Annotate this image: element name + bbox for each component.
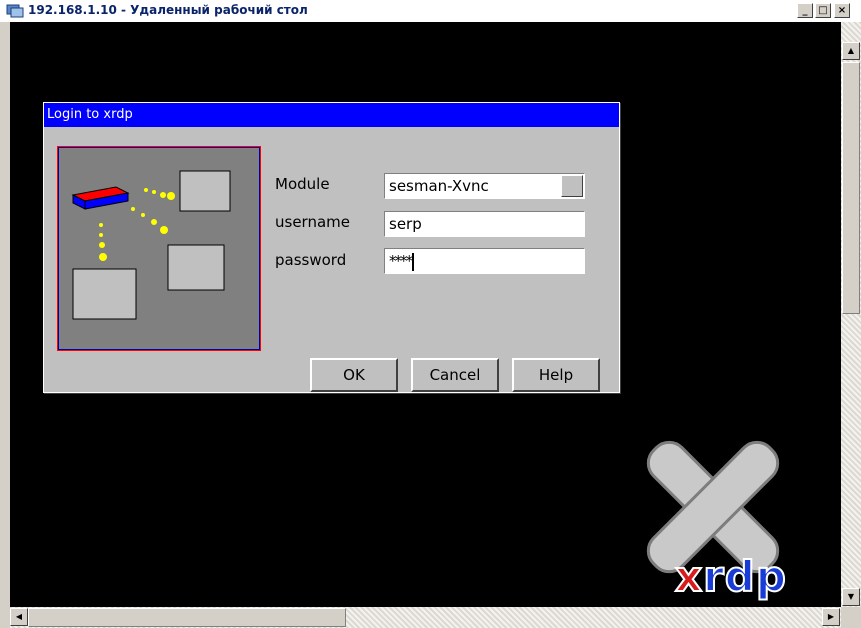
xrdp-wordmark-rest: rdp [702,551,787,602]
horizontal-scroll-thumb[interactable] [28,608,346,627]
close-button[interactable]: × [834,3,850,18]
remote-desktop-area[interactable]: Login to xrdp Module sesman-Xvnc usernam… [10,22,841,607]
password-input[interactable]: **** [384,248,585,274]
scroll-left-arrow-icon[interactable]: ◀ [10,608,28,626]
module-label: Module [275,175,330,193]
network-logo-image [57,146,261,351]
module-selected-value: sesman-Xvnc [389,177,489,195]
scroll-right-arrow-icon[interactable]: ▶ [822,608,840,626]
password-masked-value: **** [389,252,413,270]
ok-button[interactable]: OK [310,358,398,392]
vertical-scrollbar[interactable]: ▲ ▼ [841,22,861,607]
scroll-up-arrow-icon[interactable]: ▲ [842,42,860,60]
help-button[interactable]: Help [512,358,600,392]
xrdp-logo: xrdp [623,427,841,607]
horizontal-scrollbar[interactable]: ◀ ▶ [10,607,841,628]
remote-desktop-icon [6,4,24,18]
dialog-title: Login to xrdp [44,103,619,127]
scroll-down-arrow-icon[interactable]: ▼ [842,588,860,606]
vertical-scroll-thumb[interactable] [842,62,860,314]
username-input[interactable]: serp [384,211,585,237]
xrdp-wordmark-x: x [674,551,704,602]
window-titlebar[interactable]: 192.168.1.10 - Удаленный рабочий стол _ … [0,0,861,22]
maximize-button[interactable]: □ [815,3,831,18]
xrdp-wordmark: xrdp [674,551,787,602]
window-frame [0,22,10,628]
cancel-button[interactable]: Cancel [411,358,499,392]
username-label: username [275,213,350,231]
minimize-button[interactable]: _ [797,3,813,18]
resize-grip-icon[interactable] [841,607,861,628]
window-title: 192.168.1.10 - Удаленный рабочий стол [28,3,308,17]
module-select[interactable]: sesman-Xvnc [384,173,585,199]
text-cursor [412,252,414,271]
login-dialog: Login to xrdp Module sesman-Xvnc usernam… [43,102,620,393]
dropdown-button[interactable] [561,175,583,197]
password-label: password [275,251,347,269]
